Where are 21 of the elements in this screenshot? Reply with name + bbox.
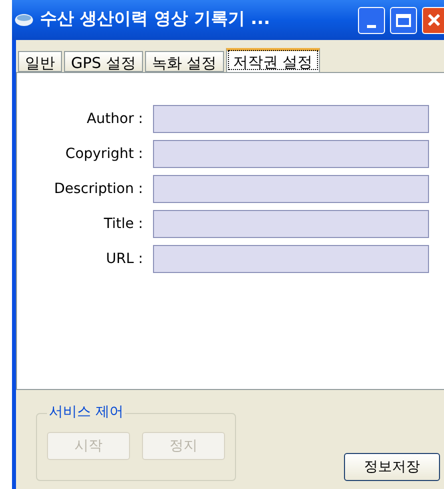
tab[interactable]: GPS 설정 (64, 51, 143, 72)
tab[interactable]: 저작권 설정 (226, 48, 320, 72)
field-label: URL : (105, 250, 144, 268)
field-label: Title : (102, 214, 144, 234)
input-field[interactable] (153, 245, 429, 273)
field-label: Author : (86, 110, 144, 128)
tab[interactable]: 일반 (18, 51, 62, 72)
close-button[interactable] (422, 6, 444, 34)
input-field[interactable] (153, 105, 429, 133)
field-label: Description : (53, 180, 144, 198)
minimize-button[interactable] (358, 6, 385, 34)
window-title: 수산 생산이력 영상 기록기 ... (40, 8, 270, 32)
input-field[interactable] (153, 210, 429, 238)
save-button[interactable]: 정보저장 (344, 453, 440, 481)
tab[interactable]: 녹화 설정 (144, 51, 224, 72)
field-label: Copyright : (64, 144, 144, 164)
maximize-button[interactable] (390, 6, 417, 34)
close-icon (426, 13, 440, 27)
input-field[interactable] (153, 140, 429, 168)
input-field[interactable] (153, 175, 429, 203)
app-icon (14, 13, 34, 27)
